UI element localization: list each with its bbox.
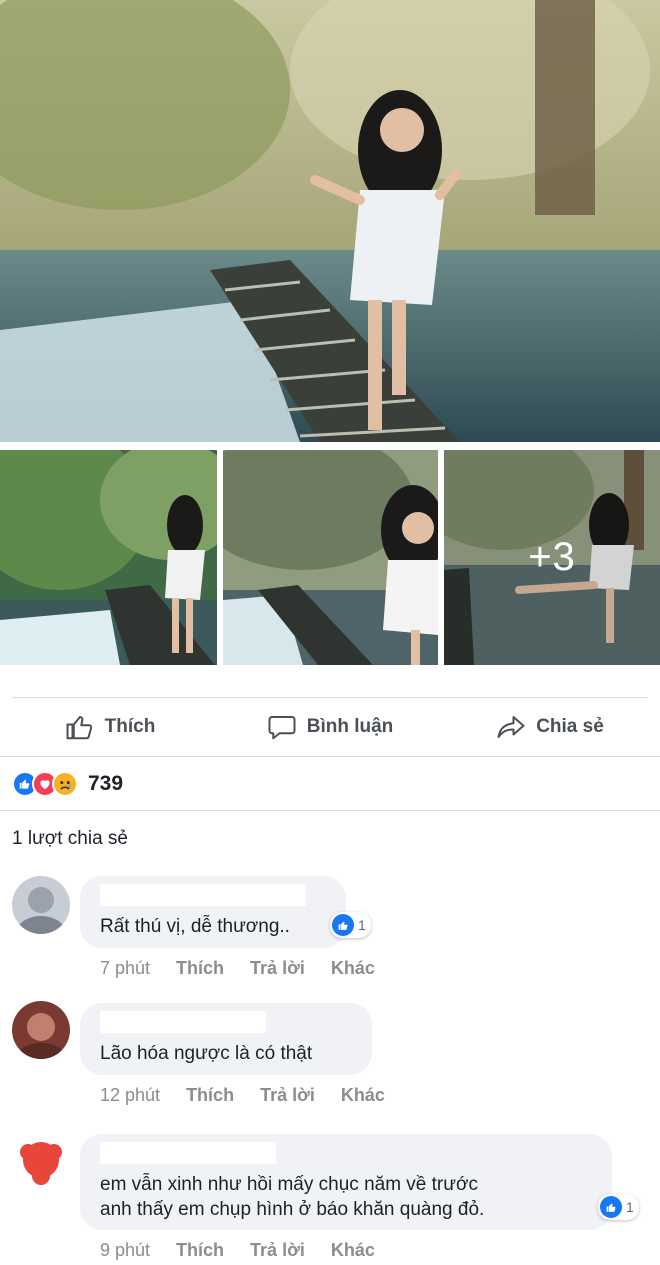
comment-button[interactable]: Bình luận <box>220 698 440 756</box>
share-count[interactable]: 1 lượt chia sẻ <box>12 828 128 850</box>
comment: Rất thú vị, dễ thương.. 1 7 phút Thích T… <box>12 872 652 982</box>
reaction-summary[interactable]: 739 <box>12 768 123 800</box>
reaction-count: 739 <box>88 772 124 795</box>
comment-bubble: em vẫn xinh như hồi mấy chục năm về trướ… <box>80 1134 612 1230</box>
comment-reply-link[interactable]: Trả lời <box>250 1240 305 1261</box>
photo-thumbnail <box>0 450 217 665</box>
commenter-name-redacted <box>100 884 306 906</box>
like-button-label: Thích <box>104 716 156 737</box>
more-photos-count: +3 <box>528 535 576 579</box>
comment: em vẫn xinh như hồi mấy chục năm về trướ… <box>12 1130 652 1265</box>
comment-more-link[interactable]: Khác <box>331 958 375 979</box>
share-button-label: Chia sẻ <box>536 716 604 737</box>
like-icon <box>600 1196 622 1218</box>
comment: Lão hóa ngược là có thật 12 phút Thích T… <box>12 999 652 1109</box>
share-arrow-icon <box>497 716 525 738</box>
commenter-name-redacted <box>100 1142 276 1164</box>
comment-time: 9 phút <box>100 1240 151 1260</box>
avatar[interactable] <box>12 1001 70 1059</box>
photo-thumbnail <box>223 450 438 665</box>
divider <box>0 810 660 811</box>
comment-meta: 7 phút Thích Trả lời Khác <box>100 958 375 979</box>
comment-more-link[interactable]: Khác <box>341 1085 385 1106</box>
comment-like-badge[interactable]: 1 <box>330 912 371 938</box>
comment-time: 12 phút <box>100 1085 161 1105</box>
avatar[interactable] <box>12 1130 70 1188</box>
comment-text: Lão hóa ngược là có thật <box>100 1043 313 1064</box>
post-photo-4-more[interactable]: +3 <box>444 450 660 665</box>
sad-icon <box>52 771 78 797</box>
comment-like-link[interactable]: Thích <box>176 1240 224 1261</box>
thumbs-up-icon <box>66 716 92 740</box>
comment-bubble-icon <box>268 716 296 740</box>
comment-like-count: 1 <box>358 917 366 933</box>
comment-reply-link[interactable]: Trả lời <box>260 1085 315 1106</box>
comment-like-link[interactable]: Thích <box>186 1085 234 1106</box>
comment-time: 7 phút <box>100 958 151 978</box>
post-photo-2[interactable] <box>0 450 217 665</box>
comment-meta: 12 phút Thích Trả lời Khác <box>100 1085 385 1106</box>
share-button[interactable]: Chia sẻ <box>440 698 660 756</box>
divider <box>0 756 660 757</box>
more-photos-overlay[interactable]: +3 <box>444 450 660 665</box>
comment-bubble: Rất thú vị, dễ thương.. <box>80 876 346 948</box>
comment-more-link[interactable]: Khác <box>331 1240 375 1261</box>
post-action-bar: Thích Bình luận Chia sẻ <box>0 698 660 756</box>
post-photo-main[interactable] <box>0 0 660 442</box>
post-photo-3[interactable] <box>223 450 438 665</box>
comment-like-count: 1 <box>626 1199 634 1215</box>
commenter-name-redacted <box>100 1011 266 1033</box>
comment-text: Rất thú vị, dễ thương.. <box>100 916 290 937</box>
comment-button-label: Bình luận <box>306 716 394 737</box>
comment-meta: 9 phút Thích Trả lời Khác <box>100 1240 375 1261</box>
avatar[interactable] <box>12 876 70 934</box>
comment-text: em vẫn xinh như hồi mấy chục năm về trướ… <box>100 1174 485 1220</box>
comment-reply-link[interactable]: Trả lời <box>250 958 305 979</box>
comment-like-badge[interactable]: 1 <box>598 1194 639 1220</box>
comment-like-link[interactable]: Thích <box>176 958 224 979</box>
like-button[interactable]: Thích <box>0 698 220 756</box>
photo-woman-stepping-stones <box>0 0 660 442</box>
comment-bubble: Lão hóa ngược là có thật <box>80 1003 372 1075</box>
like-icon <box>332 914 354 936</box>
